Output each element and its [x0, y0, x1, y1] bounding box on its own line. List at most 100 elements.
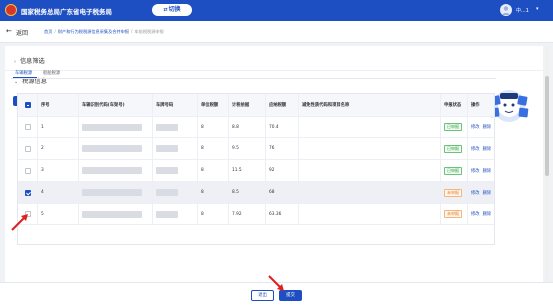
row-index: 3 [38, 160, 79, 181]
edit-link[interactable]: 修改 [471, 168, 480, 174]
column-header: 单位税额 [198, 94, 229, 116]
tab-vessel-source[interactable]: 船舶税源 [43, 70, 60, 76]
status-badge: 未申报 [444, 188, 462, 197]
annotation-arrow-icon [11, 214, 28, 231]
tax-basis-cell: 8.5 [229, 182, 266, 203]
select-all-checkbox[interactable] [24, 102, 31, 108]
row-checkbox[interactable] [24, 124, 31, 130]
source-section-title: 税源信息 [22, 78, 47, 85]
column-header: 操作 [471, 103, 480, 108]
row-select-cell [18, 138, 38, 159]
annotation-arrow-icon [268, 275, 284, 291]
actions-cell: 修改 删除 [468, 160, 494, 181]
status-badge: 已申报 [444, 166, 462, 175]
tax-emblem-icon [5, 4, 17, 16]
delete-link[interactable]: 删除 [483, 168, 492, 174]
avatar[interactable] [500, 4, 512, 16]
exemption-cell [299, 138, 441, 159]
tax-due-cell: 70.4 [266, 117, 299, 137]
vin-cell [79, 182, 153, 203]
table-row: 3 8 11.5 92 已申报 修改 删除 [18, 160, 494, 182]
back-button[interactable]: 返回 [16, 28, 28, 37]
status-cell: 已申报 [441, 160, 468, 181]
redacted-plate [156, 210, 178, 218]
redacted-vin [82, 123, 142, 131]
column-header: 申报状态 [441, 94, 468, 116]
chevron-right-icon: › [14, 59, 16, 65]
delete-link[interactable]: 删除 [483, 190, 492, 196]
column-header: 减免性质代码和项目名称 [299, 94, 441, 116]
unit-tax-cell: 8 [198, 138, 229, 159]
exemption-cell [299, 160, 441, 181]
column-header: 序号 [38, 94, 79, 116]
table-row: 2 8 9.5 76 已申报 修改 删除 [18, 138, 494, 160]
column-header: 车辆识别代码(车架号) [79, 94, 153, 116]
switch-label: 切换 [168, 6, 181, 13]
actions-cell: 修改 删除 [468, 138, 494, 159]
breadcrumb: 首页 / 财产和行为税税源信息采集及合并申报 / 车船税税源申报 [44, 29, 164, 35]
plate-cell [153, 204, 198, 224]
vin-cell [79, 160, 153, 181]
exemption-cell [299, 117, 441, 137]
delete-link[interactable]: 删除 [483, 146, 492, 152]
edit-link[interactable]: 修改 [471, 211, 480, 217]
tax-basis-cell: 9.5 [229, 138, 266, 159]
plate-cell [153, 182, 198, 203]
chevron-down-icon[interactable]: ▾ [536, 6, 539, 12]
vin-cell [79, 204, 153, 224]
tax-due-cell: 76 [266, 138, 299, 159]
row-checkbox[interactable] [24, 167, 31, 174]
tax-due-cell: 92 [266, 160, 299, 181]
filter-section-toggle[interactable]: › 信息筛选 [14, 56, 45, 65]
tax-basis-cell: 7.92 [229, 204, 266, 224]
scrollbar-thumb[interactable] [545, 76, 549, 176]
status-cell: 已申报 [441, 138, 468, 159]
actions-cell: 修改 删除 [468, 182, 494, 203]
tab-vehicle-source[interactable]: 车辆税源 [15, 70, 32, 76]
unit-tax-cell: 8 [198, 182, 229, 203]
column-header: 计税依据 [229, 94, 266, 116]
switch-button[interactable]: ⇄切换 [152, 4, 192, 16]
row-index: 1 [38, 117, 79, 137]
redacted-plate [156, 167, 178, 174]
row-index: 4 [38, 182, 79, 203]
status-badge: 未申报 [444, 210, 462, 218]
breadcrumb-item-merge-declaration[interactable]: 财产和行为税税源信息采集及合并申报 [58, 29, 129, 34]
actions-cell: 修改 删除 [468, 117, 494, 137]
status-cell: 已申报 [441, 117, 468, 137]
exemption-cell [299, 204, 441, 224]
vehicle-source-table: 序号 车辆识别代码(车架号) 车牌号码 单位税额 计税依据 应纳税额 减免性质代… [17, 93, 495, 245]
delete-link[interactable]: 删除 [483, 124, 492, 130]
breadcrumb-bar: ← 返回 首页 / 财产和行为税税源信息采集及合并申报 / 车船税税源申报 [0, 21, 553, 43]
status-badge: 已申报 [444, 144, 462, 153]
row-checkbox[interactable] [24, 189, 31, 196]
plate-cell [153, 138, 198, 159]
scrollbar[interactable] [545, 46, 549, 282]
edit-link[interactable]: 修改 [471, 124, 480, 130]
redacted-vin [82, 189, 142, 196]
edit-link[interactable]: 修改 [471, 146, 480, 152]
redacted-vin [82, 145, 142, 152]
breadcrumb-item-home[interactable]: 首页 [44, 29, 52, 34]
row-checkbox[interactable] [24, 145, 31, 152]
select-all-cell [18, 94, 38, 116]
row-select-cell [18, 182, 38, 203]
status-badge: 已申报 [444, 123, 462, 131]
table-row: 1 8 8.8 70.4 已申报 修改 删除 [18, 117, 494, 138]
row-index: 2 [38, 138, 79, 159]
redacted-vin [82, 167, 142, 174]
tax-due-cell: 63.36 [266, 204, 299, 224]
redacted-plate [156, 123, 178, 131]
row-select-cell [18, 117, 38, 137]
table-header-row: 序号 车辆识别代码(车架号) 车牌号码 单位税额 计税依据 应纳税额 减免性质代… [18, 94, 494, 117]
edit-link[interactable]: 修改 [471, 190, 480, 196]
top-header: 国家税务总局广东省电子税务局 ⇄切换 中...1 ▾ [0, 0, 553, 21]
chevron-down-icon: ⌄ [14, 79, 19, 85]
row-select-cell [18, 160, 38, 181]
back-arrow-icon[interactable]: ← [6, 27, 12, 35]
redacted-plate [156, 189, 178, 196]
delete-link[interactable]: 删除 [483, 211, 492, 217]
redacted-plate [156, 145, 178, 152]
user-name[interactable]: 中...1 [516, 7, 529, 14]
breadcrumb-item-current: 车船税税源申报 [134, 29, 164, 34]
